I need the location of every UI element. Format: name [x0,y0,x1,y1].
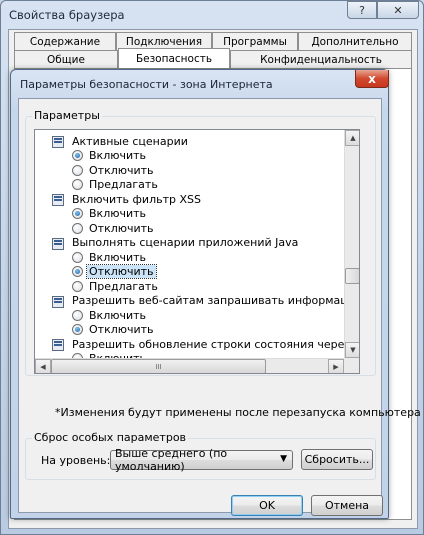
tab-general[interactable]: Общие [14,50,118,68]
setting-category-label: Выполнять сценарии приложений Java [72,236,299,249]
radio-button[interactable] [72,164,83,176]
setting-option-label: Включить [89,207,147,220]
setting-category: Активные сценарии [51,134,190,148]
settings-script-icon [51,193,66,206]
setting-option[interactable]: Предлагать [72,279,160,293]
scroll-right-button[interactable]: ▶ [328,359,344,373]
setting-option-label: Отключить [86,264,157,279]
radio-button[interactable] [72,251,83,263]
setting-option[interactable]: Включить [72,308,148,322]
vertical-scrollbar[interactable]: ▲ ▼ [344,130,359,358]
cancel-button[interactable]: Отмена [311,495,383,516]
setting-option[interactable]: Предлагать [72,178,160,192]
dialog-title: Параметры безопасности - зона Интернета [20,78,273,91]
radio-button[interactable] [72,266,83,277]
setting-option-label: Включить [89,250,147,264]
horizontal-scroll-thumb[interactable]: III [51,359,266,373]
level-select-value: Выше среднего (по умолчанию) [115,447,228,473]
tab-content[interactable]: Содержание [14,32,116,50]
restart-note: *Изменения будут применены после перезап… [55,406,421,419]
setting-category-label: Активные сценарии [72,134,188,148]
window-title: Свойства браузера [9,8,125,22]
reset-button[interactable]: Сбросить... [301,449,373,470]
settings-group: Параметры Активные сценарии Включить Отклю… [25,109,376,376]
setting-category: Выполнять сценарии приложений Java [51,236,300,250]
setting-option[interactable]: Отключить [72,323,156,337]
settings-script-icon [51,135,66,148]
setting-category: Разрешить веб-сайтам запрашивать информа… [51,294,360,308]
radio-button[interactable] [72,222,83,234]
close-button[interactable]: ✕ [377,1,419,19]
help-button[interactable]: ? [347,1,377,19]
setting-option-label: Отключить [89,163,154,177]
setting-category-label: Разрешить веб-сайтам запрашивать информа… [72,294,360,307]
setting-option[interactable]: Включить [72,250,148,264]
setting-option-label: Отключить [89,221,154,235]
setting-category-label: Разрешить обновление строки состояния че… [72,337,359,351]
setting-option[interactable]: Отключить [72,163,156,177]
ok-button[interactable]: OK [231,495,303,516]
dialog-close-button[interactable]: x [355,70,389,88]
tab-privacy[interactable]: Конфиденциальность [230,50,412,68]
setting-option-label: Включить [89,308,147,322]
scroll-down-button[interactable]: ▼ [345,342,359,358]
scrollbar-corner [344,358,359,373]
settings-list[interactable]: Активные сценарии Включить Отключить Предла… [34,129,360,374]
horizontal-scrollbar[interactable]: ◀ III ▶ [35,358,344,373]
setting-option[interactable]: Отключить [72,221,156,235]
security-settings-dialog: Параметры безопасности - зона Интернета … [10,69,421,519]
setting-option[interactable]: Отключить [72,264,157,279]
chevron-down-icon: ▼ [280,454,287,464]
level-label: На уровень: [41,454,111,467]
vertical-scroll-thumb[interactable] [345,268,359,284]
setting-option-label: Предлагать [89,279,158,293]
radio-button[interactable] [72,179,83,190]
setting-option[interactable]: Включить [72,207,148,221]
setting-category-label: Включить фильтр XSS [72,192,201,206]
tab-advanced[interactable]: Дополнительно [298,32,412,50]
radio-button[interactable] [72,150,83,161]
settings-script-icon [51,295,66,308]
tab-security[interactable]: Безопасность [118,48,230,68]
settings-script-icon [51,237,66,250]
setting-option[interactable]: Включить [72,149,148,163]
reset-group-label: Сброс особых параметров [32,431,189,444]
radio-button[interactable] [72,309,83,321]
settings-group-label: Параметры [32,109,102,122]
settings-script-icon [51,338,66,351]
setting-option-label: Отключить [89,323,154,336]
level-select[interactable]: Выше среднего (по умолчанию) ▼ [110,447,293,473]
radio-button[interactable] [72,324,83,335]
radio-button[interactable] [72,208,83,219]
setting-option-label: Предлагать [89,178,158,191]
radio-button[interactable] [72,280,83,292]
scroll-up-button[interactable]: ▲ [345,130,359,146]
setting-category: Разрешить обновление строки состояния че… [51,337,359,351]
setting-option-label: Включить [89,149,147,162]
setting-category: Включить фильтр XSS [51,192,203,206]
dialog-client-area: Параметры Активные сценарии Включить Отклю… [18,98,421,516]
scroll-left-button[interactable]: ◀ [35,359,51,373]
